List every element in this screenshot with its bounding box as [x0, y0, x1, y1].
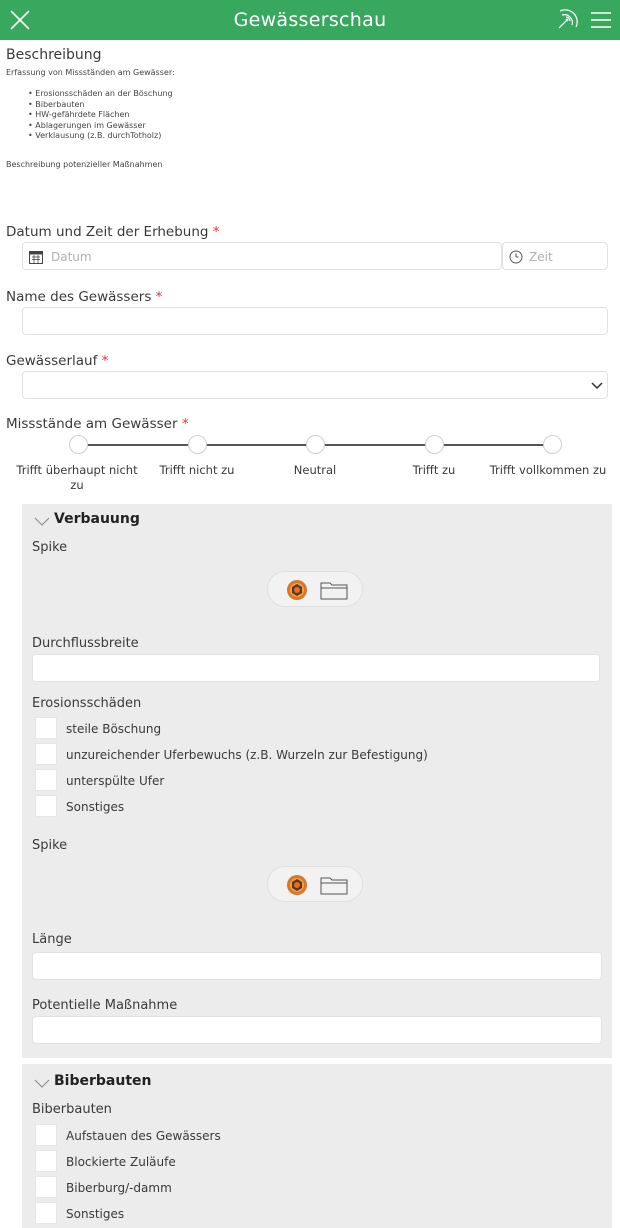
checkbox[interactable]: [35, 1176, 57, 1198]
spike-label: Spike: [32, 838, 68, 853]
likert-option-1[interactable]: [69, 435, 88, 454]
description-footer: Beschreibung potenzieller Maßnahmen: [6, 160, 163, 169]
beaver-label: Biberbauten: [32, 1102, 112, 1117]
gps-signal-icon[interactable]: [553, 6, 581, 34]
description-list: Erosionsschäden an der Böschung Biberbau…: [28, 89, 173, 142]
spike-label: Spike: [32, 540, 68, 555]
checkbox-label: unzureichender Uferbewuchs (z.B. Wurzeln…: [66, 748, 428, 762]
required-marker: *: [212, 224, 220, 240]
description-item: Biberbauten: [28, 100, 173, 111]
erosion-label: Erosionsschäden: [32, 696, 142, 711]
datetime-label: Datum und Zeit der Erhebung *: [6, 224, 220, 240]
required-marker: *: [101, 353, 109, 369]
likert-label: Neutral: [293, 463, 337, 477]
checkbox[interactable]: [35, 795, 57, 817]
menu-icon[interactable]: [588, 8, 614, 32]
attachment-bar: [267, 866, 363, 902]
checkbox-label: Blockierte Zuläufe: [66, 1155, 176, 1169]
likert-label: Trifft überhaupt nicht zu: [16, 463, 138, 492]
checkbox[interactable]: [35, 1150, 57, 1172]
description-title: Beschreibung: [6, 47, 102, 63]
checkbox-label: Sonstiges: [66, 1207, 125, 1221]
chevron-down-icon: [591, 382, 603, 390]
app-title: Gewässerschau: [233, 9, 387, 31]
likert-label: Trifft vollkommen zu: [489, 463, 607, 477]
folder-icon[interactable]: [320, 580, 348, 600]
collapse-chevron-icon[interactable]: [34, 515, 50, 527]
checkbox[interactable]: [35, 717, 57, 739]
date-placeholder: Datum: [51, 250, 92, 264]
checkbox[interactable]: [35, 743, 57, 765]
description-item: Erosionsschäden an der Böschung: [28, 89, 172, 100]
clock-icon: [509, 250, 523, 264]
flow-width-input[interactable]: [32, 654, 600, 682]
water-name-input[interactable]: [22, 307, 608, 335]
attachment-bar: [267, 571, 363, 607]
checkbox-label: Sonstiges: [66, 800, 125, 814]
date-input[interactable]: Datum: [22, 242, 502, 270]
flow-width-label: Durchflussbreite: [32, 636, 139, 651]
description-item: Ablagerungen im Gewässer: [28, 121, 173, 132]
description-item: Verklausung (z.B. durchTotholz): [28, 131, 173, 142]
collapse-chevron-icon[interactable]: [34, 1077, 50, 1089]
checkbox[interactable]: [35, 1202, 57, 1224]
checkbox[interactable]: [35, 1124, 57, 1146]
water-name-label: Name des Gewässers *: [6, 289, 163, 305]
water-course-label: Gewässerlauf *: [6, 353, 109, 369]
measure-input[interactable]: [32, 1016, 602, 1044]
app-header: Gewässerschau: [0, 0, 620, 40]
checkbox-label: unterspülte Ufer: [66, 774, 165, 788]
likert-label: Trifft zu: [412, 463, 456, 477]
checkbox-label: Biberburg/-damm: [66, 1181, 172, 1195]
section-biberbauten: Biberbauten Biberbauten Aufstauen des Ge…: [22, 1064, 612, 1228]
camera-icon[interactable]: [286, 579, 308, 601]
folder-icon[interactable]: [320, 875, 348, 895]
issues-label: Missstände am Gewässer *: [6, 416, 189, 432]
section-title[interactable]: Biberbauten: [54, 1073, 151, 1089]
description-intro: Erfassung von Missständen am Gewässer:: [6, 68, 175, 77]
likert-label: Trifft nicht zu: [159, 463, 235, 477]
measure-label: Potentielle Maßnahme: [32, 998, 178, 1013]
checkbox-label: steile Böschung: [66, 722, 162, 736]
likert-option-2[interactable]: [188, 435, 207, 454]
time-placeholder: Zeit: [529, 250, 553, 264]
length-input[interactable]: [32, 952, 602, 980]
section-title[interactable]: Verbauung: [54, 511, 140, 527]
required-marker: *: [155, 289, 163, 305]
likert-option-4[interactable]: [425, 435, 444, 454]
likert-option-5[interactable]: [543, 435, 562, 454]
calendar-icon: [29, 251, 43, 264]
checkbox-label: Aufstauen des Gewässers: [66, 1129, 221, 1143]
time-input[interactable]: Zeit: [502, 242, 608, 270]
description-item: HW-gefährdete Flächen: [28, 110, 173, 121]
water-course-select[interactable]: [22, 371, 608, 399]
section-verbauung: Verbauung Spike Durchflussbreite Erosion…: [22, 504, 612, 1058]
camera-icon[interactable]: [286, 874, 308, 896]
checkbox[interactable]: [35, 769, 57, 791]
length-label: Länge: [32, 932, 72, 947]
likert-option-3[interactable]: [306, 435, 325, 454]
required-marker: *: [181, 416, 189, 432]
